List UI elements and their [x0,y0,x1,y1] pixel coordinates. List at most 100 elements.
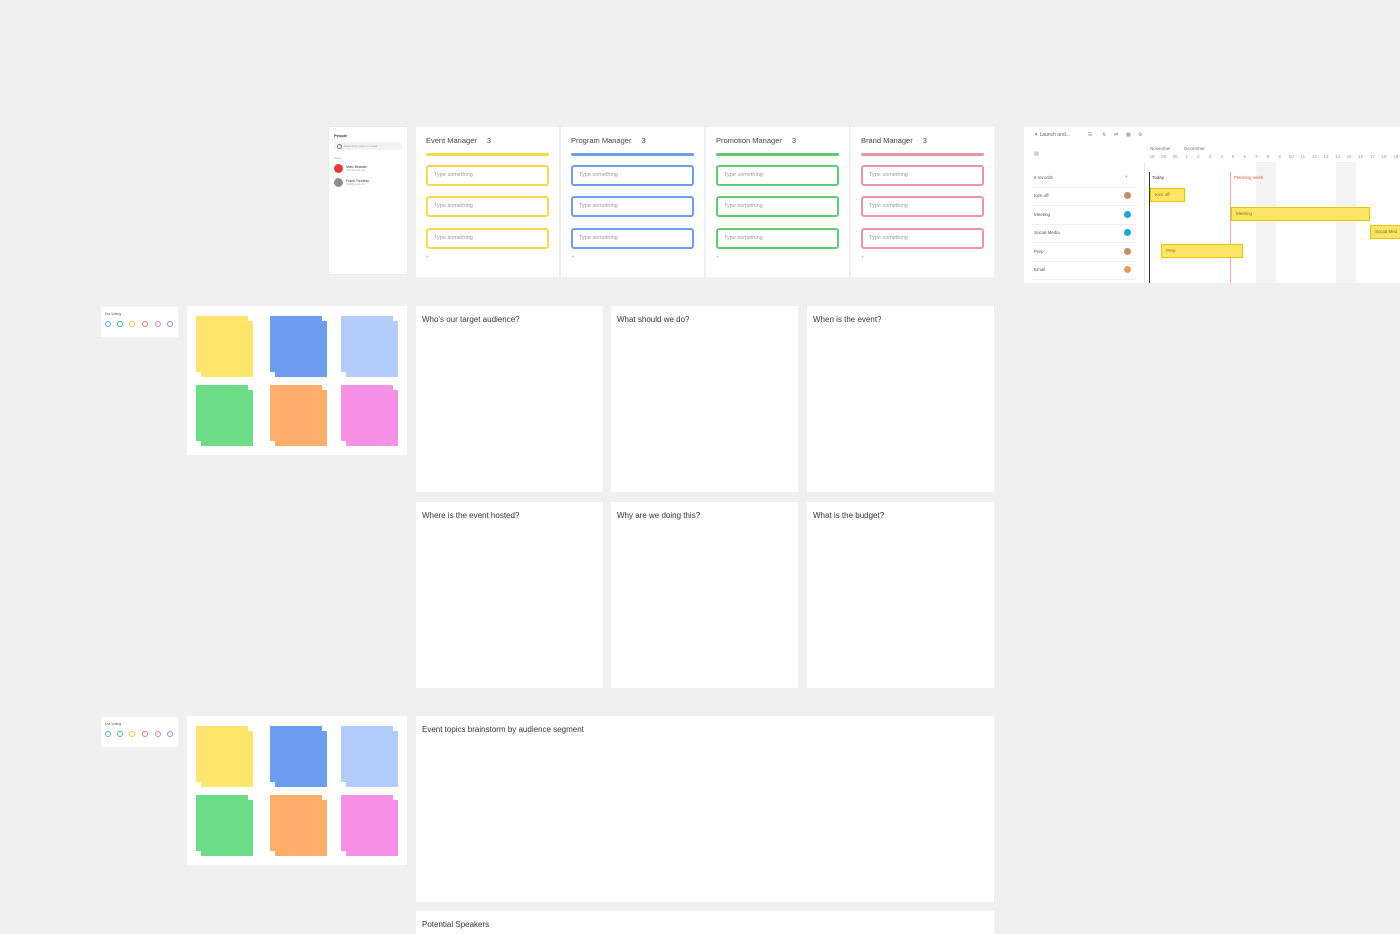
dot-voting-panel: Dot Voting [101,307,178,337]
brainstorm-box[interactable]: Event topics brainstorm by audience segm… [416,716,994,902]
kanban-card[interactable]: Type something [571,228,694,249]
settings-icon[interactable]: ⚙ [1138,132,1142,138]
sticky-note [275,800,327,856]
day-label: 12 [1311,154,1317,159]
vote-dot-pink[interactable] [155,321,161,327]
dot-voting-title: Dot Voting [105,722,122,726]
kanban-card[interactable]: Type something [861,196,984,217]
kanban-card[interactable]: Type something [716,196,839,217]
question-box[interactable]: Who's our target audience? [416,306,603,492]
sticky-note [201,800,253,856]
sort-icon[interactable]: ⇅ [1102,132,1106,138]
sticky-note [346,390,398,446]
gantt-row-label[interactable]: Prep [1034,249,1044,254]
column-accent [716,153,839,156]
gantt-timeline: ✦ Launch and... ☰ ⇅ ⇄ ▦ ⚙ ▤ November Dec… [1024,127,1400,283]
kanban-card[interactable]: Type something [426,196,549,217]
vote-dot-yellow[interactable] [129,321,135,327]
grid-icon[interactable]: ▦ [1126,132,1131,138]
vote-dot-purple[interactable] [167,321,173,327]
kanban-column-promotion-manager: Promotion Manager 3 Type something Type s… [706,127,849,277]
question-box[interactable]: When is the event? [807,306,994,492]
vote-dot-blue[interactable] [105,321,111,327]
vote-dot-red[interactable] [142,731,148,737]
add-card-button[interactable]: + [861,255,865,261]
question-box[interactable]: What is the budget? [807,502,994,688]
question-title: Who's our target audience? [422,315,520,324]
vote-dot-green[interactable] [117,321,123,327]
gantt-row-label[interactable]: Email [1034,267,1045,272]
gantt-row-label[interactable]: Meeting [1034,212,1050,217]
vote-dot-pink[interactable] [155,731,161,737]
filter-icon[interactable]: ☰ [1088,132,1092,138]
sticky-note [346,731,398,787]
sticky-stack-yellow[interactable] [196,316,253,377]
day-label: 8 [1266,154,1270,159]
sticky-stack-light-blue[interactable] [341,726,398,787]
gantt-bar[interactable]: Meeting [1231,207,1370,221]
kanban-column-program-manager: Program Manager 3 Type something Type som… [561,127,704,277]
kanban-card[interactable]: Type something [861,165,984,186]
vote-dot-green[interactable] [117,731,123,737]
people-panel: People Search by name or email Users Mar… [329,127,407,274]
person-item[interactable]: Frank Tondeau frank@email.com [334,178,404,188]
vote-dot-red[interactable] [142,321,148,327]
avatar [334,178,343,187]
column-count: 3 [791,136,797,145]
gantt-row-label[interactable]: Social Media [1034,230,1060,235]
person-item[interactable]: Marc Beaster marc@email.com [334,164,404,174]
day-label: 4 [1220,154,1223,159]
row-divider [1032,187,1136,188]
question-box[interactable]: Where is the event hosted? [416,502,603,688]
search-icon [337,144,342,149]
vote-dot-blue[interactable] [105,731,111,737]
column-accent [426,153,549,156]
sticky-stack-green[interactable] [196,795,253,856]
speakers-box[interactable]: Potential Speakers [416,911,994,934]
kanban-card[interactable]: Type something [426,228,549,249]
people-subheading: Users [334,156,342,160]
kanban-card[interactable]: Type something [861,228,984,249]
question-box[interactable]: What should we do? [611,306,798,492]
column-count: 3 [486,136,492,145]
sticky-stack-orange[interactable] [270,385,327,446]
sticky-stack-blue[interactable] [270,726,327,787]
gantt-title[interactable]: ✦ Launch and... [1034,132,1070,138]
sticky-stack-pink[interactable] [341,385,398,446]
calendar-icon[interactable]: ▤ [1034,151,1039,157]
avatar [1124,192,1131,199]
kanban-card[interactable]: Type something [426,165,549,186]
sticky-stack-pink[interactable] [341,795,398,856]
kanban-card[interactable]: Type something [716,165,839,186]
add-card-button[interactable]: + [571,255,575,261]
kanban-card[interactable]: Type something [716,228,839,249]
add-card-button[interactable]: + [716,255,720,261]
kanban-card[interactable]: Type something [571,196,694,217]
sticky-note [275,731,327,787]
sticky-stack-yellow[interactable] [196,726,253,787]
group-icon[interactable]: ⇄ [1114,132,1118,138]
column-title: Promotion Manager 3 [716,136,796,145]
gantt-row-label[interactable]: Kick off [1034,193,1049,198]
people-search-input[interactable]: Search by name or email [334,142,402,150]
vote-dot-purple[interactable] [167,731,173,737]
milestone-label[interactable]: Planning week [1234,175,1263,180]
sticky-note [275,390,327,446]
add-record-icon[interactable]: + [1125,174,1128,179]
question-box[interactable]: Why are we doing this? [611,502,798,688]
gantt-bar[interactable]: Social Med [1370,225,1400,239]
people-search-placeholder: Search by name or email [344,144,378,148]
kanban-card[interactable]: Type something [571,165,694,186]
avatar [1124,229,1131,236]
gantt-bar[interactable]: Kick off [1150,188,1185,202]
column-title: Program Manager 3 [571,136,646,145]
sticky-stack-light-blue[interactable] [341,316,398,377]
sticky-stack-orange[interactable] [270,795,327,856]
sticky-stack-green[interactable] [196,385,253,446]
vote-dot-yellow[interactable] [129,731,135,737]
sticky-stack-blue[interactable] [270,316,327,377]
add-card-button[interactable]: + [426,255,430,261]
weekend-shade [1256,162,1276,283]
gantt-bar[interactable]: Prep [1161,244,1243,258]
column-count: 3 [922,136,927,145]
